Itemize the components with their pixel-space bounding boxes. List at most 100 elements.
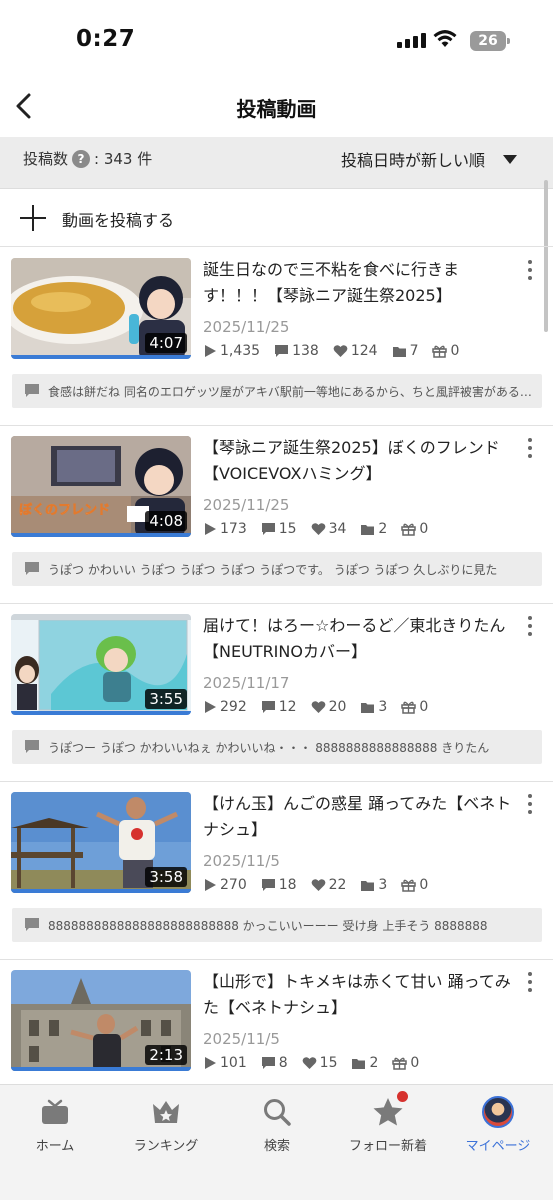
video-stats: 292 12 20 3 0	[203, 699, 442, 715]
video-date: 2025/11/5	[203, 1030, 280, 1048]
more-options-icon[interactable]	[526, 794, 534, 818]
folder-icon	[361, 702, 375, 713]
tab-mypage[interactable]: マイページ	[443, 1095, 553, 1154]
more-options-icon[interactable]	[526, 438, 534, 462]
more-options-icon[interactable]	[526, 260, 534, 284]
tab-ranking-label: ランキング	[133, 1139, 199, 1154]
like-count: 124	[350, 343, 378, 359]
video-duration: 4:08	[145, 511, 187, 531]
comment-count: 8	[278, 1055, 288, 1071]
video-duration: 2:13	[145, 1045, 187, 1065]
gift-icon	[432, 345, 448, 358]
page-title: 投稿動画	[236, 97, 317, 121]
tab-search[interactable]: 検索	[222, 1095, 332, 1154]
signal-icon	[397, 33, 426, 48]
star-icon	[373, 1098, 403, 1126]
video-item[interactable]: 4:07 誕生日なので三不粘を食べに行きます！！！【琴詠ニア誕生祭2025】 2…	[0, 248, 553, 426]
video-item[interactable]: 2:13 【山形で】トキメキは赤くて甘い 踊ってみた【ベネトナシュ】 2025/…	[0, 960, 553, 1084]
comment-icon	[261, 523, 275, 535]
folder-icon	[361, 880, 375, 891]
video-item[interactable]: ぼくのフレンド 4:08 【琴詠ニア誕生祭2025】ぼくのフレンド【VOICEV…	[0, 426, 553, 604]
play-icon	[205, 523, 216, 535]
video-date: 2025/11/17	[203, 674, 290, 692]
video-title[interactable]: 【けん玉】んごの惑星 踊ってみた【ベネトナシュ】	[203, 791, 513, 843]
view-count: 270	[220, 877, 247, 893]
gift-count: 0	[419, 521, 429, 537]
video-title[interactable]: 誕生日なので三不粘を食べに行きます！！！【琴詠ニア誕生祭2025】	[203, 257, 513, 309]
comment-icon	[25, 384, 39, 397]
search-icon	[264, 1099, 291, 1126]
latest-comment[interactable]: うぽつ かわいい うぽつ うぽつ うぽつ うぽつです。 うぽつ うぽつ 久しぶり…	[12, 552, 542, 586]
play-icon	[205, 879, 216, 891]
video-thumbnail[interactable]: 3:58	[11, 792, 191, 893]
video-title[interactable]: 【山形で】トキメキは赤くて甘い 踊ってみた【ベネトナシュ】	[203, 969, 513, 1021]
notification-badge	[397, 1091, 408, 1102]
folder-icon	[361, 524, 375, 535]
comment-icon	[25, 918, 39, 931]
latest-comment[interactable]: 8888888888888888888888888 かっこいいーーー 受け身 上…	[12, 908, 542, 942]
comment-count: 15	[278, 521, 297, 537]
wifi-icon	[433, 30, 457, 47]
video-title[interactable]: 届けて！はろー☆わーるど／東北きりたん【NEUTRINOカバー】	[203, 613, 513, 665]
heart-icon	[311, 879, 325, 891]
more-options-icon[interactable]	[526, 972, 534, 996]
video-duration: 3:55	[145, 689, 187, 709]
status-time: 0:27	[76, 26, 136, 52]
battery-level: 26	[478, 33, 498, 49]
count-label: 投稿数	[23, 150, 69, 168]
tab-home[interactable]: ホーム	[0, 1095, 110, 1154]
status-bar: 0:27 26	[0, 0, 553, 80]
latest-comment-text: 8888888888888888888888888 かっこいいーーー 受け身 上…	[48, 919, 488, 933]
tab-follow-label: フォロー新着	[348, 1139, 427, 1154]
gift-icon	[392, 1057, 408, 1070]
more-options-icon[interactable]	[526, 616, 534, 640]
like-count: 22	[328, 877, 347, 893]
video-thumbnail[interactable]: ぼくのフレンド 4:08	[11, 436, 191, 537]
video-duration: 3:58	[145, 867, 187, 887]
latest-comment-text: うぽつー うぽつ かわいいねぇ かわいいね・・・ 888888888888888…	[48, 741, 490, 755]
latest-comment[interactable]: うぽつー うぽつ かわいいねぇ かわいいね・・・ 888888888888888…	[12, 730, 542, 764]
nav-header: 投稿動画	[0, 80, 553, 136]
tab-ranking[interactable]: ランキング	[111, 1095, 221, 1154]
view-count: 1,435	[220, 343, 261, 359]
watch-progress	[11, 711, 191, 715]
gift-icon	[401, 701, 417, 714]
video-duration: 4:07	[145, 333, 187, 353]
comment-count: 138	[292, 343, 319, 359]
avatar	[482, 1096, 514, 1128]
video-stats: 270 18 22 3 0	[203, 877, 442, 893]
heart-icon	[333, 345, 348, 357]
like-count: 15	[319, 1055, 338, 1071]
tab-follow[interactable]: フォロー新着	[333, 1091, 443, 1154]
video-count: 投稿数 ? : 343 件	[23, 148, 152, 169]
video-title[interactable]: 【琴詠ニア誕生祭2025】ぼくのフレンド【VOICEVOXハミング】	[203, 435, 513, 487]
gift-count: 0	[419, 699, 429, 715]
mylist-count: 7	[409, 343, 419, 359]
mylist-count: 3	[378, 877, 388, 893]
comment-icon	[261, 1057, 275, 1069]
latest-comment[interactable]: 食感は餅だね 同名のエロゲッツ屋がアキバ駅前一等地にあるから、ちと風評被害がある…	[12, 374, 542, 408]
mylist-count: 2	[378, 521, 388, 537]
video-thumbnail[interactable]: 4:07	[11, 258, 191, 359]
gift-count: 0	[410, 1055, 420, 1071]
video-item[interactable]: 3:58 【けん玉】んごの惑星 踊ってみた【ベネトナシュ】 2025/11/5 …	[0, 782, 553, 960]
tv-icon	[42, 1099, 68, 1124]
video-stats: 1,435 138 124 7 0	[203, 343, 473, 359]
video-thumbnail[interactable]: 2:13	[11, 970, 191, 1071]
help-icon[interactable]: ?	[72, 149, 91, 168]
video-stats: 101 8 15 2 0	[203, 1055, 433, 1071]
latest-comment-text: うぽつ かわいい うぽつ うぽつ うぽつ うぽつです。 うぽつ うぽつ 久しぶり…	[48, 563, 498, 577]
comment-icon	[261, 701, 275, 713]
video-item[interactable]: 3:55 届けて！はろー☆わーるど／東北きりたん【NEUTRINOカバー】 20…	[0, 604, 553, 782]
sort-label: 投稿日時が新しい順	[340, 151, 485, 170]
heart-icon	[311, 523, 325, 535]
video-thumbnail[interactable]: 3:55	[11, 614, 191, 715]
play-icon	[205, 1057, 216, 1069]
tab-search-label: 検索	[263, 1139, 290, 1154]
latest-comment-text: 食感は餅だね 同名のエロゲッツ屋がアキバ駅前一等地にあるから、ちと風評被害がある…	[48, 385, 532, 399]
comment-icon	[261, 879, 275, 891]
watch-progress	[11, 355, 191, 359]
sort-dropdown[interactable]: 投稿日時が新しい順	[341, 147, 517, 171]
post-video-button[interactable]: 動画を投稿する	[0, 190, 553, 247]
view-count: 292	[220, 699, 247, 715]
